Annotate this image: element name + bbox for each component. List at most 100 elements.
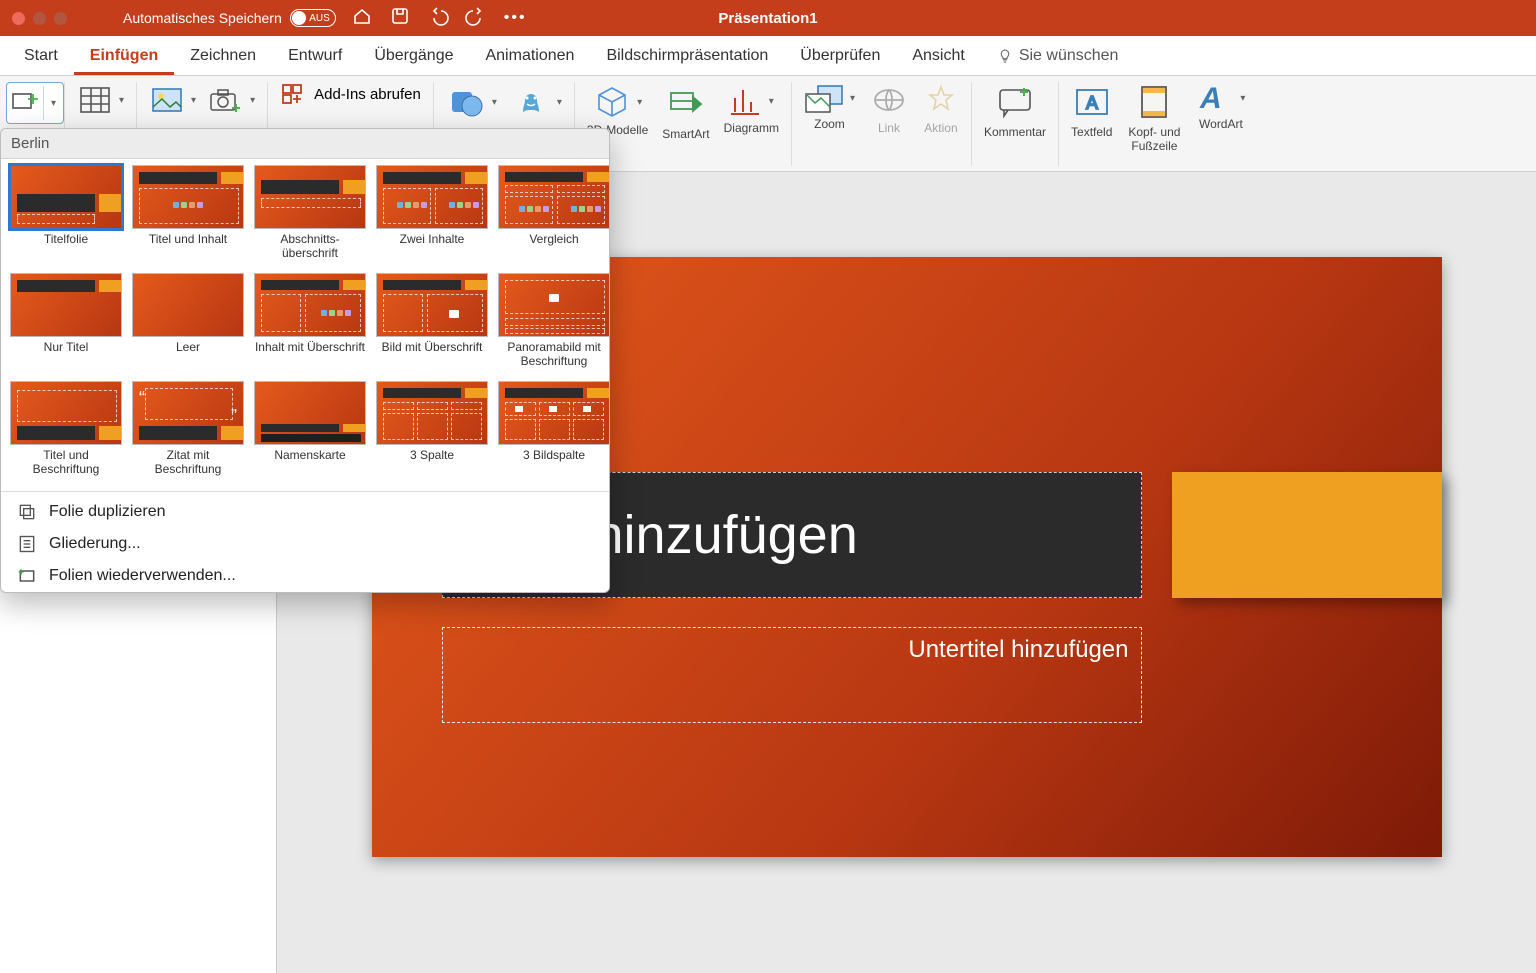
home-icon[interactable] [352, 6, 372, 31]
tab-ansicht[interactable]: Ansicht [896, 39, 980, 75]
layout-label: Titel und Beschriftung [33, 449, 100, 477]
layout-inhalt-mit-ueberschrift[interactable] [254, 273, 366, 337]
header-footer-label: Kopf- und Fußzeile [1128, 126, 1180, 154]
new-slide-layout-popover: Berlin Titelfolie Titel und Inhalt Absch… [0, 128, 610, 593]
subtitle-text: Untertitel hinzufügen [908, 636, 1128, 663]
tab-uebergaenge[interactable]: Übergänge [358, 39, 469, 75]
undo-icon[interactable] [428, 6, 448, 31]
layout-label: Titelfolie [44, 233, 88, 261]
zoom-button[interactable]: ▾ [804, 82, 855, 114]
reuse-label: Folien wiederverwenden... [49, 567, 236, 585]
close-window[interactable] [12, 12, 25, 25]
comment-label: Kommentar [984, 126, 1046, 140]
new-slide-split-button[interactable]: ▾ [6, 82, 64, 124]
header-footer-button[interactable] [1134, 82, 1174, 122]
pictures-button[interactable] [149, 82, 185, 118]
link-label: Link [878, 122, 900, 136]
group-links: ▾ Zoom Link Aktion [792, 82, 972, 166]
tab-zeichnen[interactable]: Zeichnen [174, 39, 272, 75]
screenshot-button[interactable] [208, 82, 244, 118]
layout-titelfolie[interactable] [10, 165, 122, 229]
subtitle-placeholder[interactable]: Untertitel hinzufügen [442, 627, 1142, 723]
layout-zitat-mit-beschriftung[interactable]: “ ” [132, 381, 244, 445]
layout-label: Panoramabild mit Beschriftung [507, 341, 600, 369]
group-comment: Kommentar [972, 82, 1059, 166]
layout-label: 3 Bildspalte [523, 449, 585, 477]
layout-bild-mit-ueberschrift[interactable] [376, 273, 488, 337]
lightbulb-icon [997, 48, 1013, 64]
layout-vergleich[interactable] [498, 165, 610, 229]
layout-grid: Titelfolie Titel und Inhalt Abschnitts- … [1, 159, 609, 487]
layout-label: Nur Titel [44, 341, 89, 369]
chevron-down-icon: ▾ [119, 95, 124, 106]
layout-label: Titel und Inhalt [149, 233, 227, 261]
autosave: Automatisches Speichern AUS [123, 9, 336, 27]
redo-icon[interactable] [466, 6, 486, 31]
layout-namenskarte[interactable] [254, 381, 366, 445]
layout-3-bildspalte[interactable] [498, 381, 610, 445]
shapes-button[interactable] [446, 82, 486, 122]
reuse-slides[interactable]: Folien wiederverwenden... [1, 560, 609, 592]
addins-button[interactable]: Add-Ins abrufen [280, 82, 421, 106]
tell-me-label: Sie wünschen [1019, 47, 1119, 65]
tab-bildschirmpraesentation[interactable]: Bildschirmpräsentation [590, 39, 784, 75]
zoom-window[interactable] [54, 12, 67, 25]
wordart-button[interactable]: A▾ [1196, 82, 1245, 114]
outline-label: Gliederung... [49, 535, 141, 553]
accent-shape [1172, 472, 1442, 598]
tab-entwurf[interactable]: Entwurf [272, 39, 358, 75]
3d-models-button[interactable]: ▾ [593, 84, 642, 120]
table-button[interactable]: ▾ [77, 82, 124, 118]
layout-label: Namenskarte [274, 449, 345, 477]
chevron-down-icon: ▾ [191, 95, 196, 106]
layout-nur-titel[interactable] [10, 273, 122, 337]
slides-from-outline[interactable]: Gliederung... [1, 528, 609, 560]
tab-animationen[interactable]: Animationen [469, 39, 590, 75]
layout-abschnittsueberschrift[interactable] [254, 165, 366, 229]
svg-text:A: A [1086, 93, 1098, 113]
titlebar: Automatisches Speichern AUS ••• Präsenta… [0, 0, 1536, 36]
new-slide-icon[interactable] [9, 86, 43, 120]
chart-button[interactable]: ▾ [729, 84, 774, 118]
layout-zwei-inhalte[interactable] [376, 165, 488, 229]
more-icon[interactable]: ••• [504, 9, 527, 27]
ribbon-tabs: Start Einfügen Zeichnen Entwurf Übergäng… [0, 36, 1536, 76]
action-button[interactable] [923, 82, 959, 118]
autosave-state: AUS [309, 13, 330, 24]
popover-theme-name: Berlin [1, 129, 609, 159]
layout-panoramabild[interactable] [498, 273, 610, 337]
chevron-down-icon: ▾ [250, 95, 255, 106]
reuse-icon [17, 566, 37, 586]
action-label: Aktion [924, 122, 957, 136]
new-slide-dropdown[interactable]: ▾ [43, 86, 61, 120]
comment-button[interactable] [995, 82, 1035, 122]
link-button[interactable] [871, 82, 907, 118]
layout-leer[interactable] [132, 273, 244, 337]
document-title: Präsentation1 [718, 10, 817, 27]
chevron-down-icon: ▾ [492, 97, 497, 108]
icons-button[interactable] [511, 82, 551, 122]
duplicate-icon [17, 502, 37, 522]
window-controls [0, 12, 67, 25]
chart-label: Diagramm [724, 122, 779, 136]
smartart-label: SmartArt [662, 128, 709, 142]
addins-icon [280, 82, 304, 106]
duplicate-slide[interactable]: Folie duplizieren [1, 496, 609, 528]
tab-einfuegen[interactable]: Einfügen [74, 39, 174, 75]
wordart-label: WordArt [1199, 118, 1243, 132]
layout-3-spalte[interactable] [376, 381, 488, 445]
layout-label: Vergleich [529, 233, 578, 261]
autosave-toggle[interactable]: AUS [290, 9, 336, 27]
layout-label: Inhalt mit Überschrift [255, 341, 365, 369]
layout-titel-und-inhalt[interactable] [132, 165, 244, 229]
smartart-button[interactable] [666, 84, 706, 124]
tab-start[interactable]: Start [8, 39, 74, 75]
save-icon[interactable] [390, 6, 410, 31]
layout-titel-und-beschriftung[interactable] [10, 381, 122, 445]
tell-me[interactable]: Sie wünschen [981, 39, 1135, 75]
textbox-button[interactable]: A [1072, 82, 1112, 122]
tab-ueberpruefen[interactable]: Überprüfen [784, 39, 896, 75]
layout-label: Bild mit Überschrift [382, 341, 483, 369]
minimize-window[interactable] [33, 12, 46, 25]
layout-label: Leer [176, 341, 200, 369]
